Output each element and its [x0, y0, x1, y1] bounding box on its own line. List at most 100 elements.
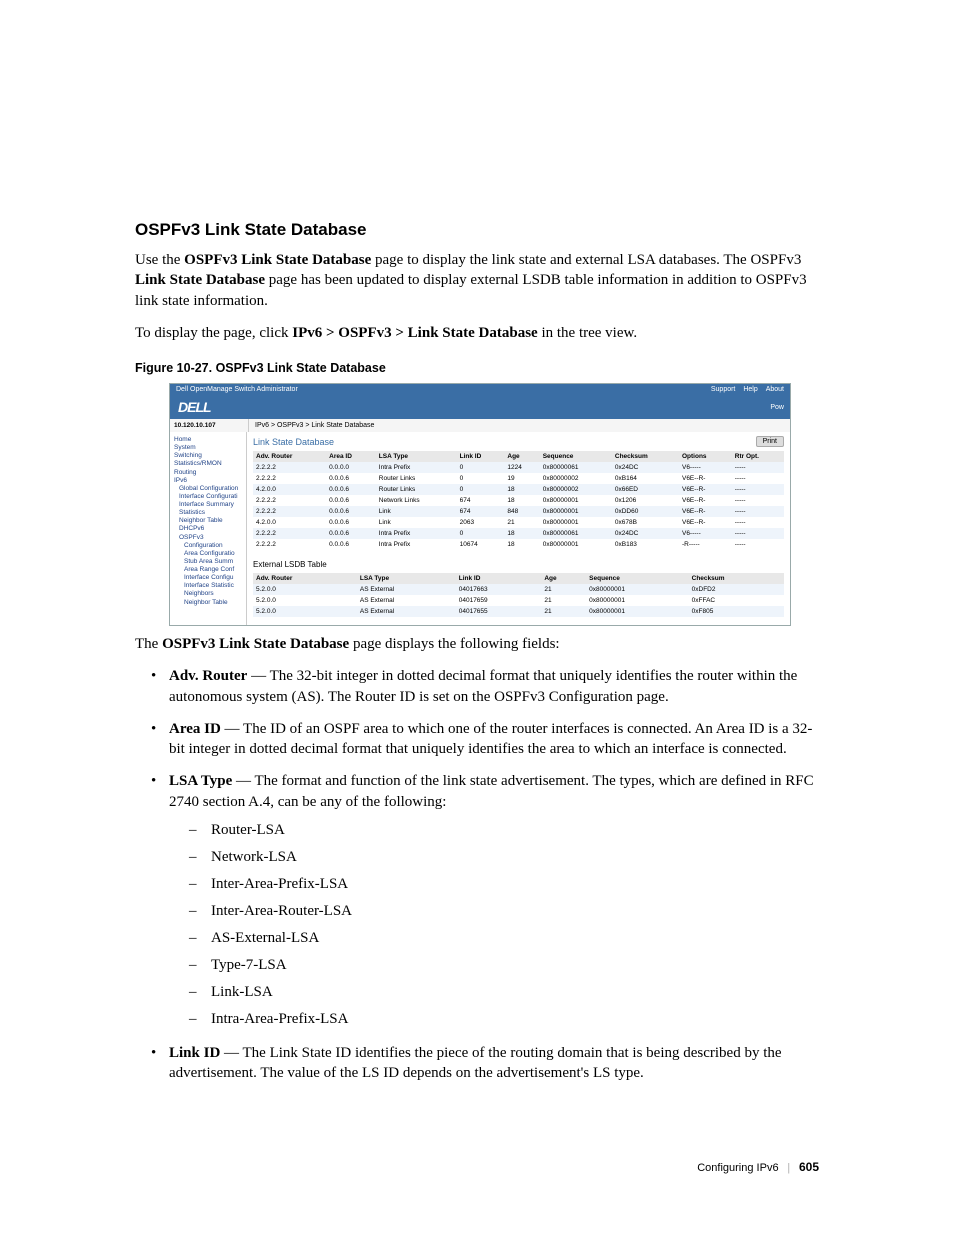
table-row: 5.2.0.0AS External04017663210x800000010x…	[253, 584, 784, 595]
cell: 0.0.0.6	[326, 495, 376, 506]
list-item: Intra-Area-Prefix-LSA	[211, 1007, 819, 1031]
tree-item[interactable]: Routing	[174, 469, 244, 477]
tree-item[interactable]: Global Configuration	[179, 485, 244, 493]
tree-item[interactable]: Statistics/RMON	[174, 460, 244, 468]
table-row: 2.2.2.20.0.0.6Intra Prefix10674180x80000…	[253, 539, 784, 550]
cell: Link	[376, 506, 457, 517]
cell: 18	[504, 528, 539, 539]
tree-item[interactable]: Statistics	[179, 509, 244, 517]
cell: 0	[457, 473, 505, 484]
list-item: Link-LSA	[211, 980, 819, 1004]
table-row: 4.2.0.00.0.0.6Router Links0180x800000020…	[253, 484, 784, 495]
tree-item[interactable]: Interface Configu	[184, 574, 244, 582]
term: Adv. Router	[169, 668, 247, 684]
cell: 21	[504, 517, 539, 528]
tree-item[interactable]: IPv6	[174, 477, 244, 485]
nav-tree[interactable]: HomeSystemSwitchingStatistics/RMONRoutin…	[170, 432, 247, 625]
table-row: 2.2.2.20.0.0.6Router Links0190x800000020…	[253, 473, 784, 484]
cell: 0xF805	[689, 606, 784, 617]
intro-paragraph-1: Use the OSPFv3 Link State Database page …	[135, 250, 819, 311]
external-lsdb-table: Adv. RouterLSA TypeLink IDAgeSequenceChe…	[253, 573, 784, 617]
bold: OSPFv3 Link State Database	[184, 252, 371, 268]
tree-item[interactable]: System	[174, 444, 244, 452]
app-title: Dell OpenManage Switch Administrator	[176, 386, 298, 393]
list-item: Type-7-LSA	[211, 953, 819, 977]
tree-item[interactable]: DHCPv6	[179, 525, 244, 533]
text: To display the page, click	[135, 325, 292, 341]
table-row: 2.2.2.20.0.0.6Intra Prefix0180x800000610…	[253, 528, 784, 539]
lsa-type-list: Router-LSA Network-LSA Inter-Area-Prefix…	[169, 818, 819, 1031]
field-list: Adv. Router — The 32-bit integer in dott…	[135, 666, 819, 1083]
cell: Intra Prefix	[376, 528, 457, 539]
cell: -----	[732, 539, 784, 550]
cell: 0x80000061	[540, 462, 612, 473]
cell: 04017663	[456, 584, 542, 595]
cell: 0x24DC	[612, 462, 679, 473]
cell: 0x80000001	[540, 517, 612, 528]
support-link[interactable]: Support	[711, 386, 736, 393]
cell: 2.2.2.2	[253, 473, 326, 484]
list-item: Inter-Area-Prefix-LSA	[211, 872, 819, 896]
term: LSA Type	[169, 773, 232, 789]
cell: 19	[504, 473, 539, 484]
cell: 674	[457, 506, 505, 517]
cell: 0x80000001	[586, 606, 688, 617]
tree-item[interactable]: Home	[174, 436, 244, 444]
about-link[interactable]: About	[766, 386, 784, 393]
term: Area ID	[169, 721, 221, 737]
cell: -R-----	[679, 539, 732, 550]
list-item: AS-External-LSA	[211, 926, 819, 950]
cell: Intra Prefix	[376, 462, 457, 473]
cell: 04017659	[456, 595, 542, 606]
cell: 2063	[457, 517, 505, 528]
tree-item[interactable]: Interface Statistic	[184, 582, 244, 590]
tree-item[interactable]: Neighbor Table	[184, 599, 244, 607]
tree-item[interactable]: Neighbors	[184, 590, 244, 598]
tree-item[interactable]: Configuration	[184, 542, 244, 550]
col-header: Adv. Router	[253, 573, 357, 584]
dell-logo: DELL	[170, 395, 219, 419]
col-header: Link ID	[457, 451, 505, 462]
cell: 0x80000001	[586, 584, 688, 595]
table-row: 2.2.2.20.0.0.0Intra Prefix012240x8000006…	[253, 462, 784, 473]
page-number: 605	[799, 1160, 819, 1174]
cell: -----	[732, 484, 784, 495]
cell: 18	[504, 484, 539, 495]
desc: — The 32-bit integer in dotted decimal f…	[169, 668, 797, 704]
tree-item[interactable]: Stub Area Summ	[184, 558, 244, 566]
cell: 0.0.0.6	[326, 473, 376, 484]
cell: 04017655	[456, 606, 542, 617]
cell: 2.2.2.2	[253, 528, 326, 539]
figure-caption: Figure 10-27. OSPFv3 Link State Database	[135, 361, 819, 375]
tree-item[interactable]: Switching	[174, 452, 244, 460]
tree-item[interactable]: OSPFv3	[179, 534, 244, 542]
tree-item[interactable]: Area Range Conf	[184, 566, 244, 574]
cell: 0x80000061	[540, 528, 612, 539]
tree-item[interactable]: Area Configuratio	[184, 550, 244, 558]
desc: — The ID of an OSPF area to which one of…	[169, 721, 812, 757]
cell: 5.2.0.0	[253, 595, 357, 606]
col-header: Age	[504, 451, 539, 462]
cell: AS External	[357, 606, 456, 617]
col-header: Options	[679, 451, 732, 462]
cell: Router Links	[376, 484, 457, 495]
cell: 0x80000001	[540, 506, 612, 517]
help-link[interactable]: Help	[743, 386, 757, 393]
cell: V6E--R-	[679, 506, 732, 517]
intro-paragraph-2: To display the page, click IPv6 > OSPFv3…	[135, 323, 819, 343]
tree-item[interactable]: Neighbor Table	[179, 517, 244, 525]
text: Use the	[135, 252, 184, 268]
table-row: 5.2.0.0AS External04017659210x800000010x…	[253, 595, 784, 606]
col-header: Checksum	[612, 451, 679, 462]
col-header: Sequence	[540, 451, 612, 462]
print-button[interactable]: Print	[756, 436, 784, 447]
cell: 18	[504, 495, 539, 506]
cell: AS External	[357, 584, 456, 595]
cell: 674	[457, 495, 505, 506]
tree-item[interactable]: Interface Configurati	[179, 493, 244, 501]
cell: 0xB164	[612, 473, 679, 484]
col-header: Rtr Opt.	[732, 451, 784, 462]
text: The	[135, 636, 162, 652]
tree-item[interactable]: Interface Summary	[179, 501, 244, 509]
cell: 2.2.2.2	[253, 495, 326, 506]
